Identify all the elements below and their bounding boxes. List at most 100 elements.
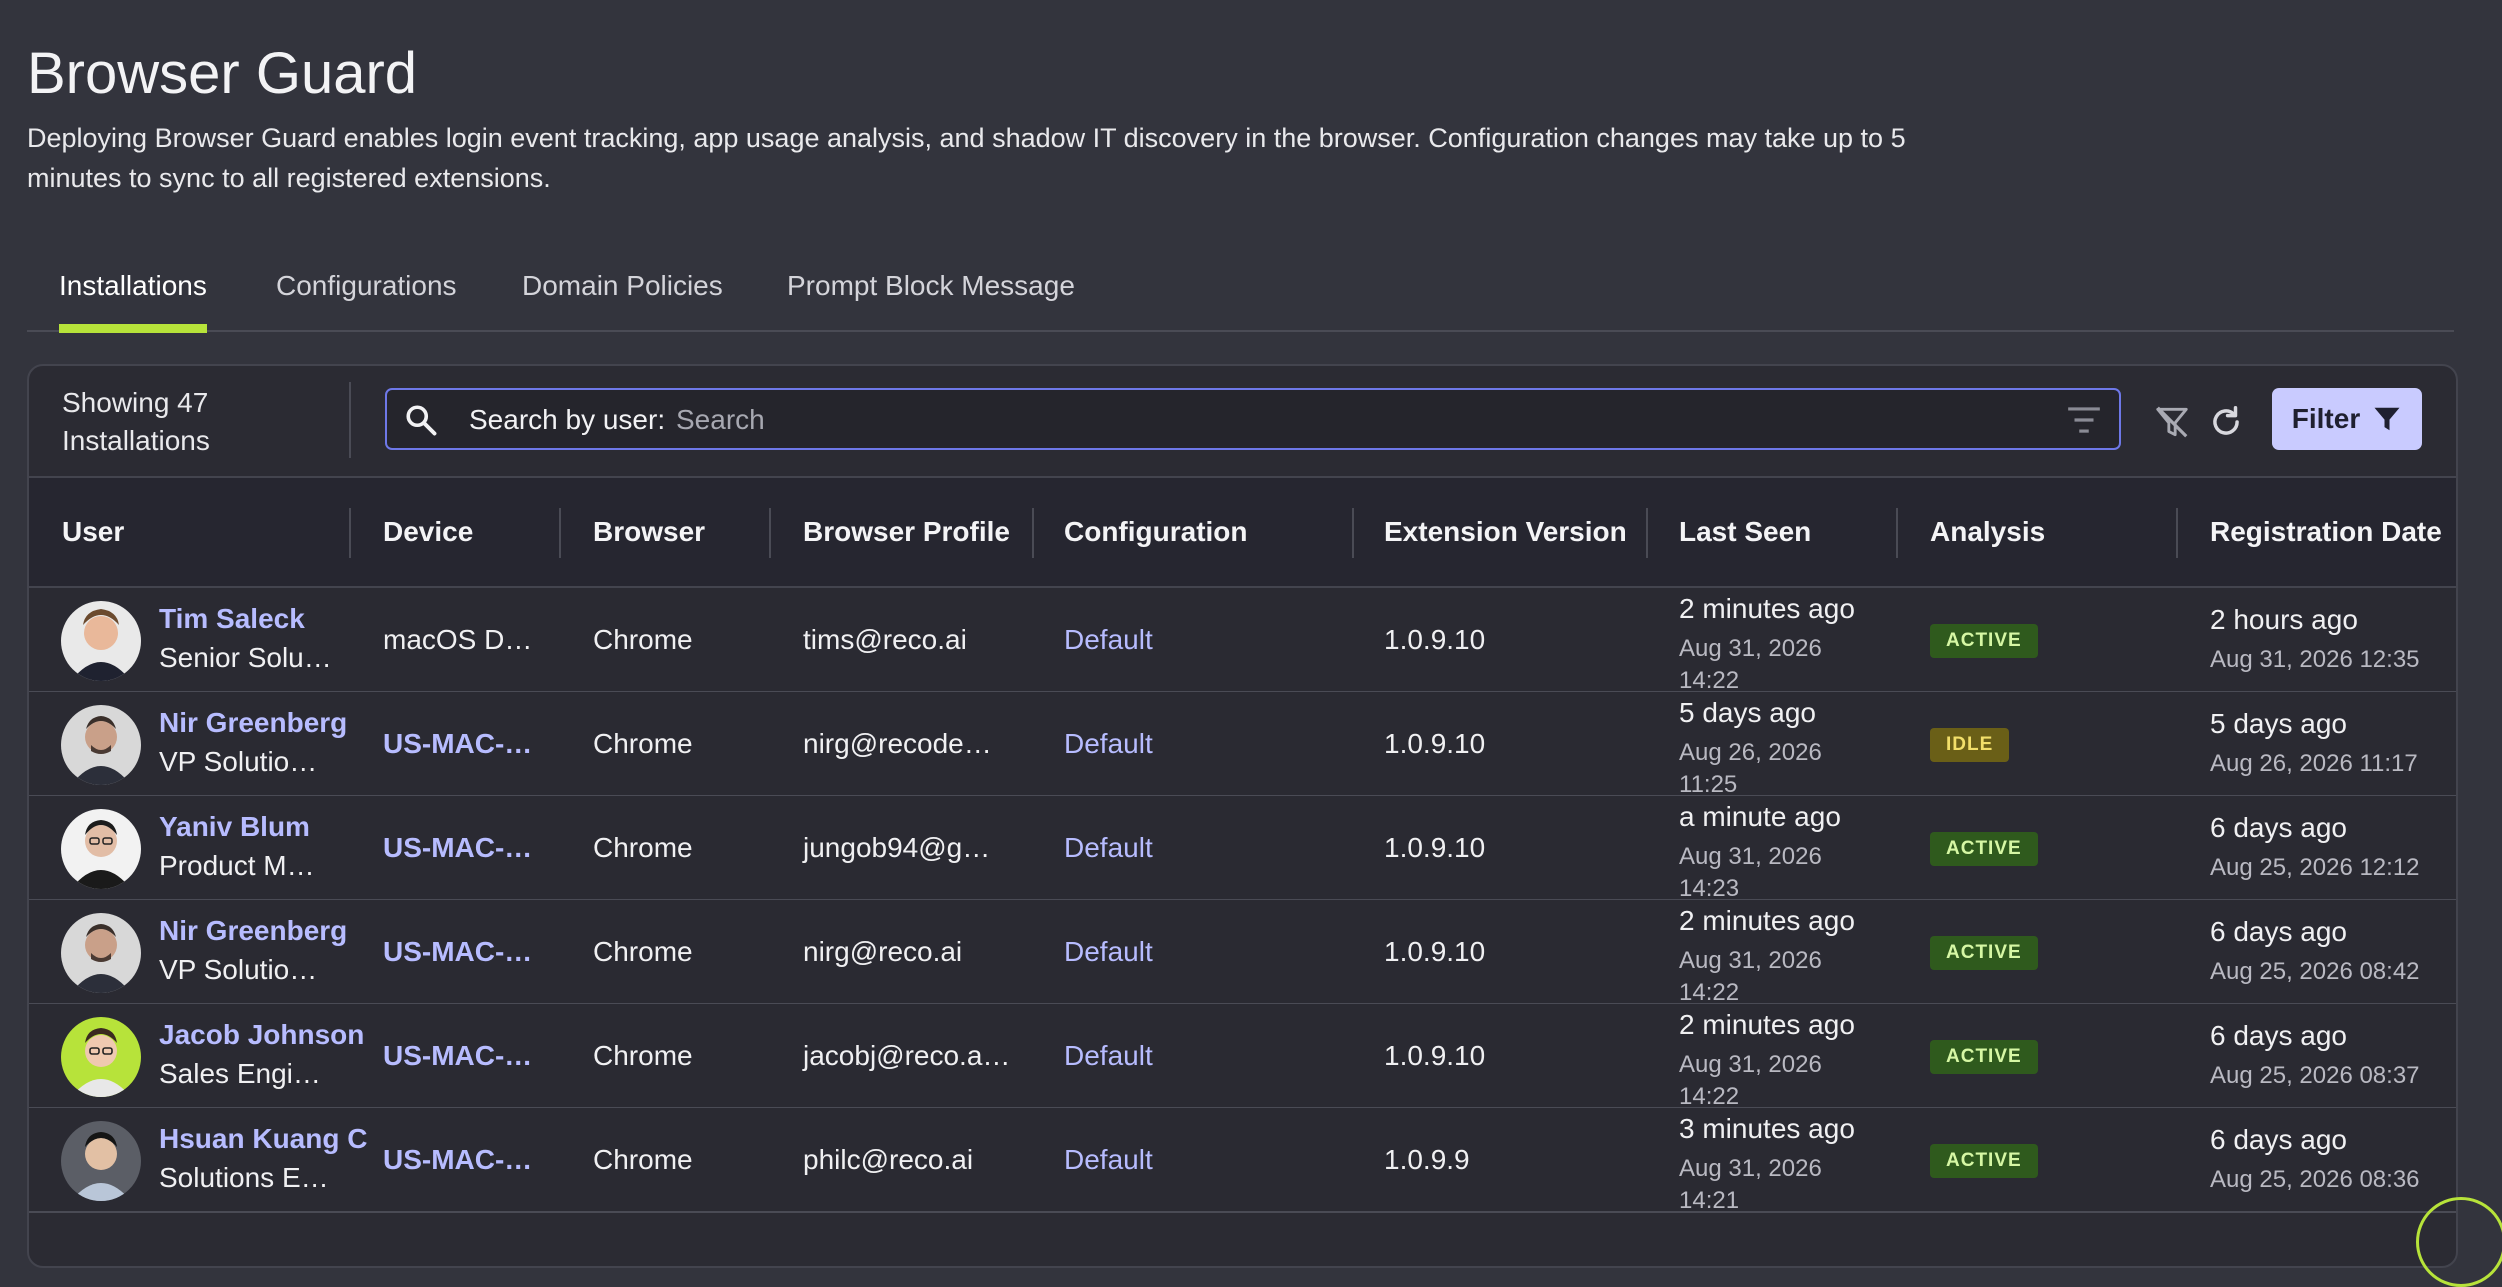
configuration-link[interactable]: Default bbox=[1064, 588, 1153, 691]
table-row[interactable]: Yaniv Blum Product M… US-MAC-… Chrome ju… bbox=[29, 796, 2456, 902]
registration-timestamp: Aug 25, 2026 12:12 bbox=[2210, 854, 2420, 881]
installations-card: Showing 47 Installations Search by user: bbox=[27, 364, 2458, 1268]
column-divider[interactable] bbox=[1896, 508, 1898, 558]
toolbar-divider bbox=[349, 382, 351, 458]
browser-cell: Chrome bbox=[593, 728, 693, 759]
user-name[interactable]: Tim Saleck bbox=[159, 603, 305, 635]
column-divider[interactable] bbox=[769, 508, 771, 558]
configuration-link[interactable]: Default bbox=[1064, 692, 1153, 795]
table-row[interactable]: Nir Greenberg VP Solutio… US-MAC-… Chrom… bbox=[29, 900, 2456, 1006]
registration-timestamp: Aug 26, 2026 11:17 bbox=[2210, 750, 2418, 777]
browser-cell: Chrome bbox=[593, 624, 693, 655]
browser-cell: Chrome bbox=[593, 832, 693, 863]
registration-timestamp: Aug 25, 2026 08:36 bbox=[2210, 1166, 2420, 1193]
status-badge: ACTIVE bbox=[1930, 936, 2038, 970]
browser-profile-cell: tims@reco.ai bbox=[803, 624, 967, 655]
column-header-analysis[interactable]: Analysis bbox=[1930, 478, 2045, 586]
registration-relative: 5 days ago bbox=[2210, 708, 2347, 739]
user-name[interactable]: Jacob Johnson bbox=[159, 1019, 364, 1051]
column-header-last-seen[interactable]: Last Seen bbox=[1679, 478, 1811, 586]
status-badge: ACTIVE bbox=[1930, 832, 2038, 866]
last-seen-timestamp: Aug 31, 2026 14:22 bbox=[1679, 1051, 1822, 1110]
device-link[interactable]: US-MAC-… bbox=[383, 796, 532, 899]
column-header-browser[interactable]: Browser bbox=[593, 478, 705, 586]
last-seen-relative: 2 minutes ago bbox=[1679, 1009, 1855, 1040]
table-row[interactable]: Nir Greenberg VP Solutio… US-MAC-… Chrom… bbox=[29, 692, 2456, 798]
configuration-link[interactable]: Default bbox=[1064, 796, 1153, 899]
browser-profile-cell: nirg@recode… bbox=[803, 728, 992, 759]
avatar bbox=[61, 705, 141, 785]
column-header-configuration[interactable]: Configuration bbox=[1064, 478, 1248, 586]
column-header-extension-version[interactable]: Extension Version bbox=[1384, 478, 1627, 586]
configuration-link[interactable]: Default bbox=[1064, 1108, 1153, 1211]
column-divider[interactable] bbox=[1646, 508, 1648, 558]
avatar bbox=[61, 913, 141, 993]
user-title: VP Solutio… bbox=[159, 954, 318, 985]
filter-lines-icon[interactable] bbox=[2065, 404, 2103, 436]
refresh-icon[interactable] bbox=[2207, 403, 2245, 441]
last-seen-relative: 5 days ago bbox=[1679, 697, 1816, 728]
user-title: VP Solutio… bbox=[159, 746, 318, 777]
table-toolbar: Showing 47 Installations Search by user: bbox=[29, 366, 2456, 478]
last-seen-timestamp: Aug 31, 2026 14:23 bbox=[1679, 843, 1822, 902]
device-link[interactable]: US-MAC-… bbox=[383, 1004, 532, 1107]
column-divider[interactable] bbox=[1352, 508, 1354, 558]
registration-relative: 6 days ago bbox=[2210, 1124, 2347, 1155]
search-input[interactable] bbox=[674, 399, 1978, 441]
browser-profile-cell: jacobj@reco.a… bbox=[803, 1040, 1011, 1071]
table-row[interactable]: Tim Saleck Senior Solu… macOS D… Chrome … bbox=[29, 588, 2456, 694]
avatar bbox=[61, 1121, 141, 1201]
user-name[interactable]: Hsuan Kuang C bbox=[159, 1123, 367, 1155]
page-description: Deploying Browser Guard enables login ev… bbox=[27, 123, 1906, 193]
status-badge: ACTIVE bbox=[1930, 1040, 2038, 1074]
registration-relative: 6 days ago bbox=[2210, 812, 2347, 843]
extension-version-cell: 1.0.9.10 bbox=[1384, 936, 1486, 967]
user-name[interactable]: Nir Greenberg bbox=[159, 707, 347, 739]
clear-filter-icon[interactable] bbox=[2153, 403, 2191, 441]
device-link[interactable]: US-MAC-… bbox=[383, 692, 532, 795]
status-badge: IDLE bbox=[1930, 728, 2010, 762]
configuration-link[interactable]: Default bbox=[1064, 900, 1153, 1003]
table-row[interactable]: Jacob Johnson Sales Engi… US-MAC-… Chrom… bbox=[29, 1004, 2456, 1110]
tab-installations[interactable]: Installations bbox=[59, 255, 207, 333]
avatar bbox=[61, 1017, 141, 1097]
browser-profile-cell: jungob94@g… bbox=[803, 832, 991, 863]
configuration-link[interactable]: Default bbox=[1064, 1004, 1153, 1107]
column-divider[interactable] bbox=[2176, 508, 2178, 558]
last-seen-timestamp: Aug 31, 2026 14:22 bbox=[1679, 635, 1822, 694]
column-divider[interactable] bbox=[349, 508, 351, 558]
user-title: Solutions E… bbox=[159, 1162, 329, 1193]
search-box[interactable]: Search by user: bbox=[385, 388, 2121, 450]
last-seen-timestamp: Aug 31, 2026 14:22 bbox=[1679, 947, 1822, 1006]
user-name[interactable]: Nir Greenberg bbox=[159, 915, 347, 947]
table-row[interactable]: Hsuan Kuang C Solutions E… US-MAC-… Chro… bbox=[29, 1108, 2456, 1214]
user-name[interactable]: Yaniv Blum bbox=[159, 811, 310, 843]
browser-cell: Chrome bbox=[593, 1144, 693, 1175]
extension-version-cell: 1.0.9.10 bbox=[1384, 1040, 1486, 1071]
device-link[interactable]: US-MAC-… bbox=[383, 900, 532, 1003]
tab-domain-policies[interactable]: Domain Policies bbox=[522, 255, 723, 330]
tab-prompt-block-message[interactable]: Prompt Block Message bbox=[787, 255, 1075, 330]
last-seen-relative: 3 minutes ago bbox=[1679, 1113, 1855, 1144]
browser-profile-cell: nirg@reco.ai bbox=[803, 936, 963, 967]
last-seen-relative: 2 minutes ago bbox=[1679, 593, 1855, 624]
registration-timestamp: Aug 25, 2026 08:37 bbox=[2210, 1062, 2420, 1089]
user-title: Sales Engi… bbox=[159, 1058, 321, 1089]
page-title: Browser Guard bbox=[27, 41, 418, 106]
help-widget-button[interactable] bbox=[2416, 1197, 2502, 1287]
user-title: Senior Solu… bbox=[159, 642, 332, 673]
tab-configurations[interactable]: Configurations bbox=[276, 255, 457, 330]
column-header-registration-date[interactable]: Registration Date bbox=[2210, 478, 2442, 586]
column-divider[interactable] bbox=[1032, 508, 1034, 558]
funnel-icon bbox=[2374, 407, 2400, 431]
search-icon bbox=[406, 405, 437, 436]
column-divider[interactable] bbox=[559, 508, 561, 558]
registration-timestamp: Aug 25, 2026 08:42 bbox=[2210, 958, 2420, 985]
device-link[interactable]: US-MAC-… bbox=[383, 1108, 532, 1211]
avatar bbox=[61, 601, 141, 681]
filter-button[interactable]: Filter bbox=[2272, 388, 2422, 450]
last-seen-relative: 2 minutes ago bbox=[1679, 905, 1855, 936]
column-header-device[interactable]: Device bbox=[383, 478, 473, 586]
column-header-user[interactable]: User bbox=[62, 478, 124, 586]
column-header-browser-profile[interactable]: Browser Profile bbox=[803, 478, 1010, 586]
